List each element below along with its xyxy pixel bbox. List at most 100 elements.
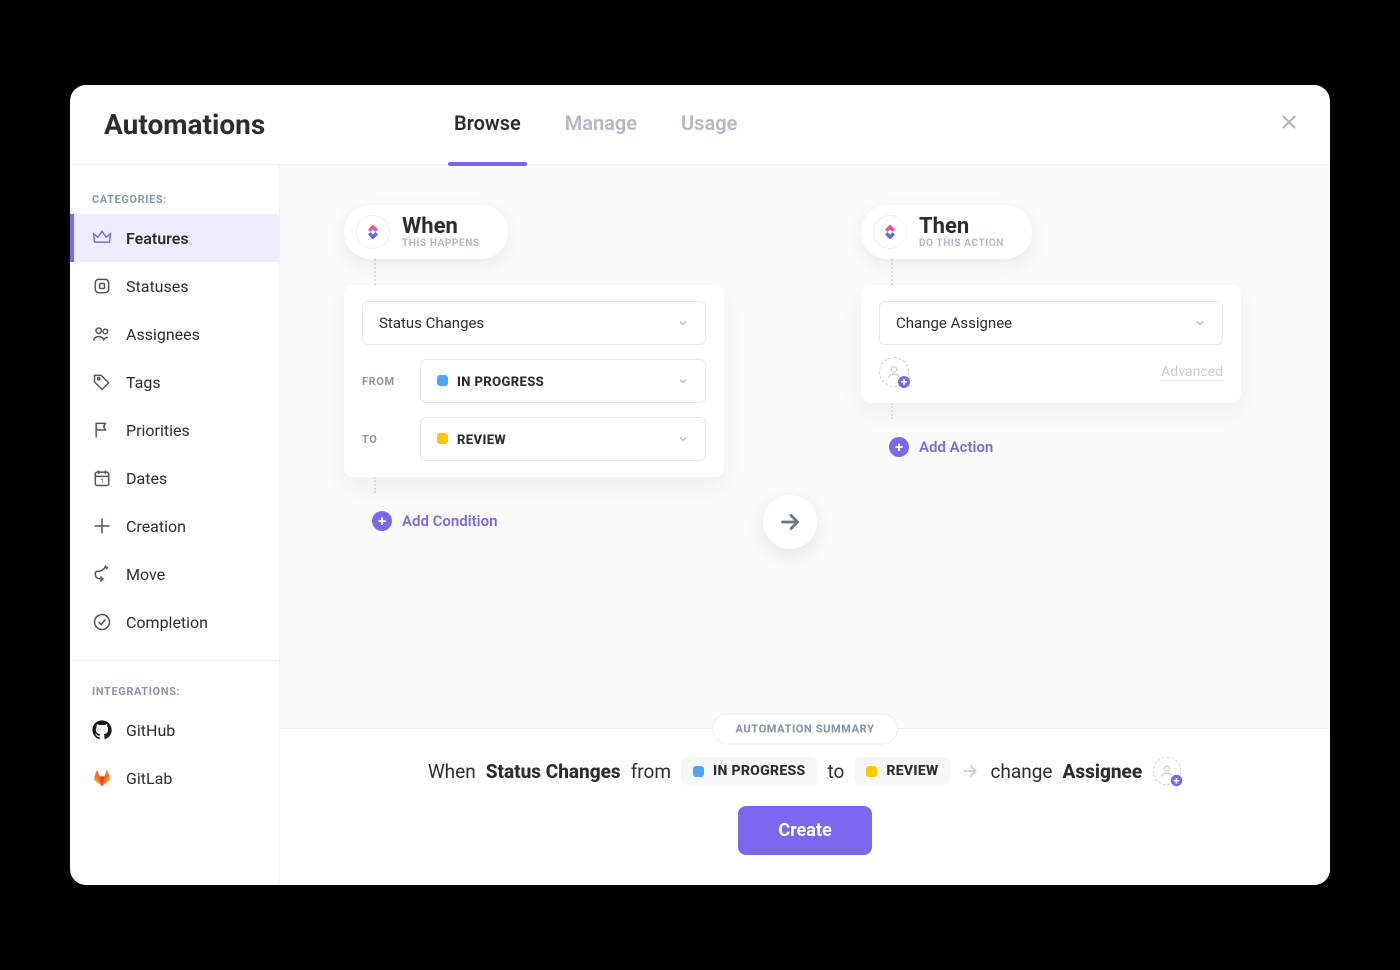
trigger-card: Status Changes FROM IN PROGRESS	[344, 285, 724, 477]
add-condition-button[interactable]: + Add Condition	[372, 511, 497, 531]
plus-badge-icon: +	[896, 374, 912, 390]
add-assignee-button[interactable]: +	[879, 357, 909, 387]
check-circle-icon	[92, 612, 112, 632]
tab-usage[interactable]: Usage	[681, 85, 737, 165]
add-action-label: Add Action	[919, 438, 993, 456]
from-label: FROM	[362, 375, 406, 388]
to-status-select[interactable]: REVIEW	[420, 417, 706, 461]
crown-icon	[92, 228, 112, 248]
sidebar-item-completion[interactable]: Completion	[70, 598, 279, 646]
summary-badge: AUTOMATION SUMMARY	[712, 714, 897, 745]
plus-icon	[92, 516, 112, 536]
tab-manage[interactable]: Manage	[565, 85, 637, 165]
arrow-right-icon	[960, 761, 980, 781]
action-card: Change Assignee + Advanced	[861, 285, 1241, 403]
sidebar-item-assignees[interactable]: Assignees	[70, 310, 279, 358]
categories-label: CATEGORIES:	[70, 183, 279, 214]
sidebar-item-label: GitHub	[126, 721, 175, 740]
sidebar-item-label: Completion	[126, 613, 208, 632]
sidebar-item-features[interactable]: Features	[70, 214, 279, 262]
then-subtitle: DO THIS ACTION	[919, 238, 1004, 249]
sidebar: CATEGORIES: Features Statuses Assignees	[70, 165, 280, 885]
flow-arrow-icon	[763, 495, 817, 549]
summary-sentence: When Status Changes from IN PROGRESS to …	[320, 756, 1290, 786]
close-icon[interactable]	[1278, 111, 1300, 133]
chevron-down-icon	[677, 375, 689, 387]
status-icon	[92, 276, 112, 296]
from-status-value: IN PROGRESS	[457, 375, 544, 390]
action-select-label: Change Assignee	[896, 314, 1012, 332]
chevron-down-icon	[677, 317, 689, 329]
tag-icon	[92, 372, 112, 392]
integrations-label: INTEGRATIONS:	[70, 675, 279, 706]
add-condition-label: Add Condition	[402, 512, 497, 530]
then-column: Then DO THIS ACTION Change Assignee	[847, 205, 1280, 457]
summary-when-word: When	[428, 760, 476, 783]
sidebar-item-dates[interactable]: 1 Dates	[70, 454, 279, 502]
from-status-select[interactable]: IN PROGRESS	[420, 359, 706, 403]
sidebar-item-label: Move	[126, 565, 165, 584]
automations-modal: Automations Browse Manage Usage CATEGORI…	[70, 85, 1330, 885]
chevron-down-icon	[677, 433, 689, 445]
sidebar-item-label: Priorities	[126, 421, 190, 440]
summary-from-chip: IN PROGRESS	[681, 757, 817, 785]
builder-area: When THIS HAPPENS Status Changes	[280, 165, 1330, 885]
users-icon	[92, 324, 112, 344]
sidebar-item-label: Statuses	[126, 277, 189, 296]
calendar-icon: 1	[92, 468, 112, 488]
sidebar-item-statuses[interactable]: Statuses	[70, 262, 279, 310]
to-status-value: REVIEW	[457, 433, 506, 448]
create-button[interactable]: Create	[738, 806, 871, 855]
add-action-button[interactable]: + Add Action	[889, 437, 993, 457]
then-title: Then	[919, 215, 1004, 238]
flag-icon	[92, 420, 112, 440]
summary-assignee-button[interactable]: +	[1153, 757, 1182, 786]
clickup-logo-icon	[356, 215, 390, 249]
modal-body: CATEGORIES: Features Statuses Assignees	[70, 165, 1330, 885]
gitlab-icon	[92, 768, 112, 788]
summary-from-word: from	[631, 760, 671, 783]
tabs: Browse Manage Usage	[454, 85, 737, 165]
sidebar-item-github[interactable]: GitHub	[70, 706, 279, 754]
connector-line	[891, 259, 893, 285]
when-title: When	[402, 215, 480, 238]
plus-circle-icon: +	[372, 511, 392, 531]
connector-line	[374, 477, 376, 493]
sidebar-item-gitlab[interactable]: GitLab	[70, 754, 279, 802]
connector-line	[891, 403, 893, 419]
github-icon	[92, 720, 112, 740]
when-column: When THIS HAPPENS Status Changes	[330, 205, 763, 531]
sidebar-item-move[interactable]: Move	[70, 550, 279, 598]
summary-to-word: to	[827, 760, 844, 783]
plus-circle-icon: +	[889, 437, 909, 457]
tab-browse[interactable]: Browse	[454, 85, 521, 165]
trigger-select[interactable]: Status Changes	[362, 301, 706, 345]
clickup-logo-icon	[873, 215, 907, 249]
to-label: TO	[362, 433, 406, 446]
modal-header: Automations Browse Manage Usage	[70, 85, 1330, 165]
sidebar-item-label: Features	[126, 229, 189, 248]
share-icon	[92, 564, 112, 584]
when-pill: When THIS HAPPENS	[344, 205, 508, 259]
sidebar-item-label: Tags	[126, 373, 161, 392]
modal-title: Automations	[104, 108, 454, 141]
svg-text:1: 1	[100, 477, 104, 485]
chevron-down-icon	[1194, 317, 1206, 329]
sidebar-item-label: Creation	[126, 517, 186, 536]
sidebar-item-creation[interactable]: Creation	[70, 502, 279, 550]
summary-to-chip: REVIEW	[854, 757, 950, 785]
sidebar-item-label: Assignees	[126, 325, 200, 344]
sidebar-item-tags[interactable]: Tags	[70, 358, 279, 406]
when-subtitle: THIS HAPPENS	[402, 238, 480, 249]
sidebar-item-priorities[interactable]: Priorities	[70, 406, 279, 454]
summary-action: Assignee	[1062, 760, 1142, 783]
action-select[interactable]: Change Assignee	[879, 301, 1223, 345]
sidebar-item-label: Dates	[126, 469, 167, 488]
plus-badge-icon: +	[1169, 773, 1184, 788]
advanced-link[interactable]: Advanced	[1161, 364, 1223, 381]
connector-line	[374, 259, 376, 285]
status-color-blue	[437, 375, 448, 386]
summary-trigger: Status Changes	[486, 760, 621, 783]
trigger-select-label: Status Changes	[379, 314, 484, 332]
then-pill: Then DO THIS ACTION	[861, 205, 1032, 259]
